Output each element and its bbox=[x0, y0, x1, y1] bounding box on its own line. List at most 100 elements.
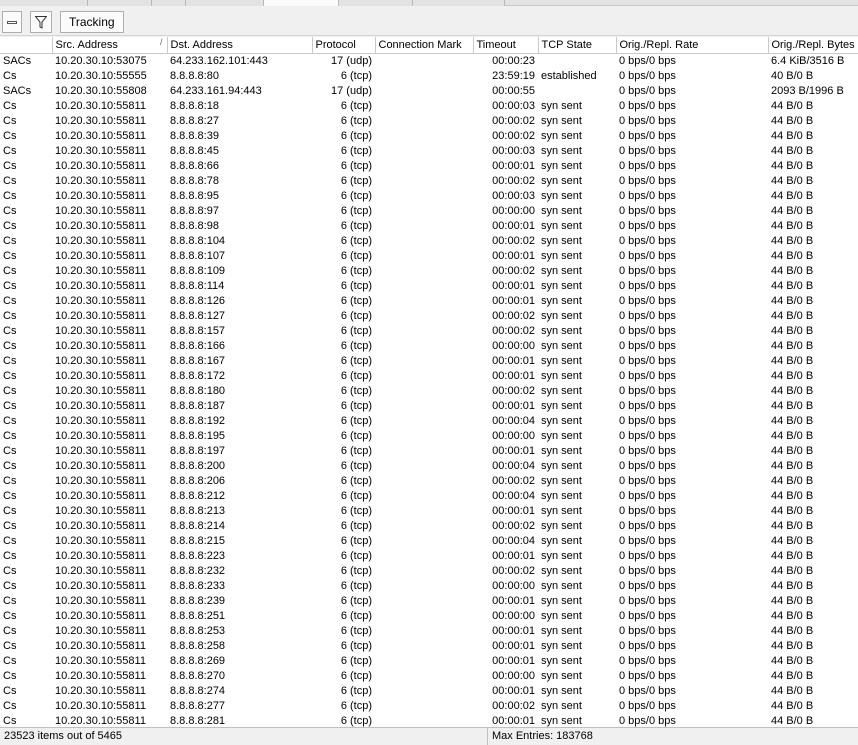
cell-protocol: 6 (tcp) bbox=[340, 579, 372, 592]
cell-tcp-state: syn sent bbox=[541, 714, 582, 727]
table-row[interactable]: Cs 10.20.30.10:55811 8.8.8.8:239 6 (tcp) 00:… bbox=[0, 594, 858, 609]
table-row[interactable]: SACs 10.20.30.10:53075 64.233.162.101:443 1… bbox=[0, 53, 858, 69]
table-row[interactable]: Cs 10.20.30.10:55811 8.8.8.8:251 6 (tcp) 00:… bbox=[0, 609, 858, 624]
table-row[interactable]: Cs 10.20.30.10:55811 8.8.8.8:66 6 (tcp) 00:0… bbox=[0, 159, 858, 174]
column-header-connection-mark[interactable]: Connection Mark bbox=[375, 37, 474, 54]
cell-timeout: 00:00:02 bbox=[492, 699, 535, 712]
cell-src-address: 10.20.30.10:55811 bbox=[55, 489, 146, 502]
table-row[interactable]: Cs 10.20.30.10:55811 8.8.8.8:172 6 (tcp) 00:… bbox=[0, 369, 858, 384]
column-header-timeout[interactable]: Timeout bbox=[473, 37, 539, 54]
table-row[interactable]: Cs 10.20.30.10:55811 8.8.8.8:98 6 (tcp) 00:0… bbox=[0, 219, 858, 234]
table-row[interactable]: Cs 10.20.30.10:55811 8.8.8.8:269 6 (tcp) 00:… bbox=[0, 654, 858, 669]
table-row[interactable]: Cs 10.20.30.10:55811 8.8.8.8:214 6 (tcp) 00:… bbox=[0, 519, 858, 534]
cell-src-address: 10.20.30.10:55811 bbox=[55, 609, 146, 622]
cell-timeout: 00:00:01 bbox=[492, 504, 535, 517]
cell-bytes: 44 B/0 B bbox=[771, 699, 814, 712]
table-row[interactable]: Cs 10.20.30.10:55811 8.8.8.8:157 6 (tcp) 00:… bbox=[0, 324, 858, 339]
table-row[interactable]: Cs 10.20.30.10:55811 8.8.8.8:127 6 (tcp) 00:… bbox=[0, 309, 858, 324]
filter-button[interactable] bbox=[30, 11, 52, 33]
cell-tcp-state: syn sent bbox=[541, 99, 582, 112]
table-row[interactable]: Cs 10.20.30.10:55811 8.8.8.8:200 6 (tcp) 00:… bbox=[0, 459, 858, 474]
table-row[interactable]: Cs 10.20.30.10:55811 8.8.8.8:180 6 (tcp) 00:… bbox=[0, 384, 858, 399]
cell-connection-mark bbox=[375, 174, 473, 189]
status-item-count: 23523 items out of 5465 bbox=[0, 728, 488, 745]
table-row[interactable]: Cs 10.20.30.10:55811 8.8.8.8:281 6 (tcp) 00:… bbox=[0, 714, 858, 728]
table-row[interactable]: Cs 10.20.30.10:55811 8.8.8.8:78 6 (tcp) 00:0… bbox=[0, 174, 858, 189]
column-header-tcp-state[interactable]: TCP State bbox=[538, 37, 617, 54]
table-row[interactable]: Cs 10.20.30.10:55811 8.8.8.8:215 6 (tcp) 00:… bbox=[0, 534, 858, 549]
column-header-flags[interactable] bbox=[0, 37, 53, 54]
table-row[interactable]: Cs 10.20.30.10:55811 8.8.8.8:95 6 (tcp) 00:0… bbox=[0, 189, 858, 204]
cell-dst-address: 8.8.8.8:206 bbox=[170, 474, 226, 487]
table-row[interactable]: Cs 10.20.30.10:55811 8.8.8.8:223 6 (tcp) 00:… bbox=[0, 549, 858, 564]
table-row[interactable]: SACs 10.20.30.10:55808 64.233.161.94:443 17… bbox=[0, 84, 858, 99]
cell-src-address: 10.20.30.10:55811 bbox=[55, 684, 146, 697]
cell-rate: 0 bps/0 bps bbox=[619, 219, 676, 232]
table-row[interactable]: Cs 10.20.30.10:55811 8.8.8.8:197 6 (tcp) 00:… bbox=[0, 444, 858, 459]
cell-bytes: 44 B/0 B bbox=[771, 174, 814, 187]
cell-flags: Cs bbox=[3, 654, 17, 667]
cell-tcp-state: syn sent bbox=[541, 114, 582, 127]
table-row[interactable]: Cs 10.20.30.10:55811 8.8.8.8:213 6 (tcp) 00:… bbox=[0, 504, 858, 519]
cell-protocol: 6 (tcp) bbox=[340, 444, 372, 457]
table-row[interactable]: Cs 10.20.30.10:55811 8.8.8.8:167 6 (tcp) 00:… bbox=[0, 354, 858, 369]
cell-tcp-state: syn sent bbox=[541, 474, 582, 487]
cell-timeout: 00:00:04 bbox=[492, 489, 535, 502]
cell-connection-mark bbox=[375, 189, 473, 204]
table-row[interactable]: Cs 10.20.30.10:55811 8.8.8.8:232 6 (tcp) 00:… bbox=[0, 564, 858, 579]
table-row[interactable]: Cs 10.20.30.10:55811 8.8.8.8:195 6 (tcp) 00:… bbox=[0, 429, 858, 444]
column-header-rate[interactable]: Orig./Repl. Rate bbox=[616, 37, 769, 54]
table-row[interactable]: Cs 10.20.30.10:55811 8.8.8.8:258 6 (tcp) 00:… bbox=[0, 639, 858, 654]
table-row[interactable]: Cs 10.20.30.10:55811 8.8.8.8:233 6 (tcp) 00:… bbox=[0, 579, 858, 594]
table-row[interactable]: Cs 10.20.30.10:55811 8.8.8.8:192 6 (tcp) 00:… bbox=[0, 414, 858, 429]
tracking-button[interactable]: Tracking bbox=[60, 11, 124, 33]
table-row[interactable]: Cs 10.20.30.10:55811 8.8.8.8:109 6 (tcp) 00:… bbox=[0, 264, 858, 279]
cell-src-address: 10.20.30.10:55811 bbox=[55, 159, 146, 172]
minus-button[interactable] bbox=[2, 11, 22, 33]
cell-flags: Cs bbox=[3, 159, 17, 172]
cell-flags: Cs bbox=[3, 144, 17, 157]
table-row[interactable]: Cs 10.20.30.10:55811 8.8.8.8:206 6 (tcp) 00:… bbox=[0, 474, 858, 489]
table-row[interactable]: Cs 10.20.30.10:55811 8.8.8.8:274 6 (tcp) 00:… bbox=[0, 684, 858, 699]
table-row[interactable]: Cs 10.20.30.10:55555 8.8.8.8:80 6 (tcp) 23:5… bbox=[0, 69, 858, 84]
cell-rate: 0 bps/0 bps bbox=[619, 624, 676, 637]
table-row[interactable]: Cs 10.20.30.10:55811 8.8.8.8:114 6 (tcp) 00:… bbox=[0, 279, 858, 294]
column-header-protocol[interactable]: Protocol bbox=[312, 37, 376, 54]
table-row[interactable]: Cs 10.20.30.10:55811 8.8.8.8:27 6 (tcp) 00:0… bbox=[0, 114, 858, 129]
table-row[interactable]: Cs 10.20.30.10:55811 8.8.8.8:104 6 (tcp) 00:… bbox=[0, 234, 858, 249]
table-row[interactable]: Cs 10.20.30.10:55811 8.8.8.8:97 6 (tcp) 00:0… bbox=[0, 204, 858, 219]
cell-flags: Cs bbox=[3, 639, 17, 652]
cell-src-address: 10.20.30.10:55811 bbox=[55, 294, 146, 307]
cell-dst-address: 8.8.8.8:200 bbox=[170, 459, 226, 472]
table-row[interactable]: Cs 10.20.30.10:55811 8.8.8.8:212 6 (tcp) 00:… bbox=[0, 489, 858, 504]
table-row[interactable]: Cs 10.20.30.10:55811 8.8.8.8:18 6 (tcp) 00:0… bbox=[0, 99, 858, 114]
column-header-dst-address[interactable]: Dst. Address bbox=[167, 37, 313, 54]
table-row[interactable]: Cs 10.20.30.10:55811 8.8.8.8:126 6 (tcp) 00:… bbox=[0, 294, 858, 309]
cell-tcp-state: syn sent bbox=[541, 609, 582, 622]
table-row[interactable]: Cs 10.20.30.10:55811 8.8.8.8:277 6 (tcp) 00:… bbox=[0, 699, 858, 714]
cell-protocol: 6 (tcp) bbox=[340, 159, 372, 172]
cell-protocol: 6 (tcp) bbox=[340, 564, 372, 577]
cell-flags: Cs bbox=[3, 564, 17, 577]
cell-src-address: 10.20.30.10:55811 bbox=[55, 204, 146, 217]
cell-rate: 0 bps/0 bps bbox=[619, 264, 676, 277]
table-row[interactable]: Cs 10.20.30.10:55811 8.8.8.8:166 6 (tcp) 00:… bbox=[0, 339, 858, 354]
column-header-bytes[interactable]: Orig./Repl. Bytes bbox=[768, 37, 858, 54]
table-row[interactable]: Cs 10.20.30.10:55811 8.8.8.8:45 6 (tcp) 00:0… bbox=[0, 144, 858, 159]
cell-connection-mark bbox=[375, 414, 473, 429]
cell-protocol: 6 (tcp) bbox=[340, 669, 372, 682]
cell-dst-address: 8.8.8.8:18 bbox=[170, 99, 219, 112]
table-row[interactable]: Cs 10.20.30.10:55811 8.8.8.8:107 6 (tcp) 00:… bbox=[0, 249, 858, 264]
table-row[interactable]: Cs 10.20.30.10:55811 8.8.8.8:253 6 (tcp) 00:… bbox=[0, 624, 858, 639]
column-header-src-address[interactable]: Src. Address / bbox=[52, 37, 168, 54]
cell-protocol: 6 (tcp) bbox=[340, 264, 372, 277]
cell-dst-address: 8.8.8.8:157 bbox=[170, 324, 226, 337]
cell-src-address: 10.20.30.10:55811 bbox=[55, 414, 146, 427]
cell-tcp-state: syn sent bbox=[541, 324, 582, 337]
cell-timeout: 00:00:01 bbox=[492, 549, 535, 562]
table-row[interactable]: Cs 10.20.30.10:55811 8.8.8.8:270 6 (tcp) 00:… bbox=[0, 669, 858, 684]
table-row[interactable]: Cs 10.20.30.10:55811 8.8.8.8:187 6 (tcp) 00:… bbox=[0, 399, 858, 414]
cell-rate: 0 bps/0 bps bbox=[619, 129, 676, 142]
table-row[interactable]: Cs 10.20.30.10:55811 8.8.8.8:39 6 (tcp) 00:0… bbox=[0, 129, 858, 144]
cell-rate: 0 bps/0 bps bbox=[619, 609, 676, 622]
